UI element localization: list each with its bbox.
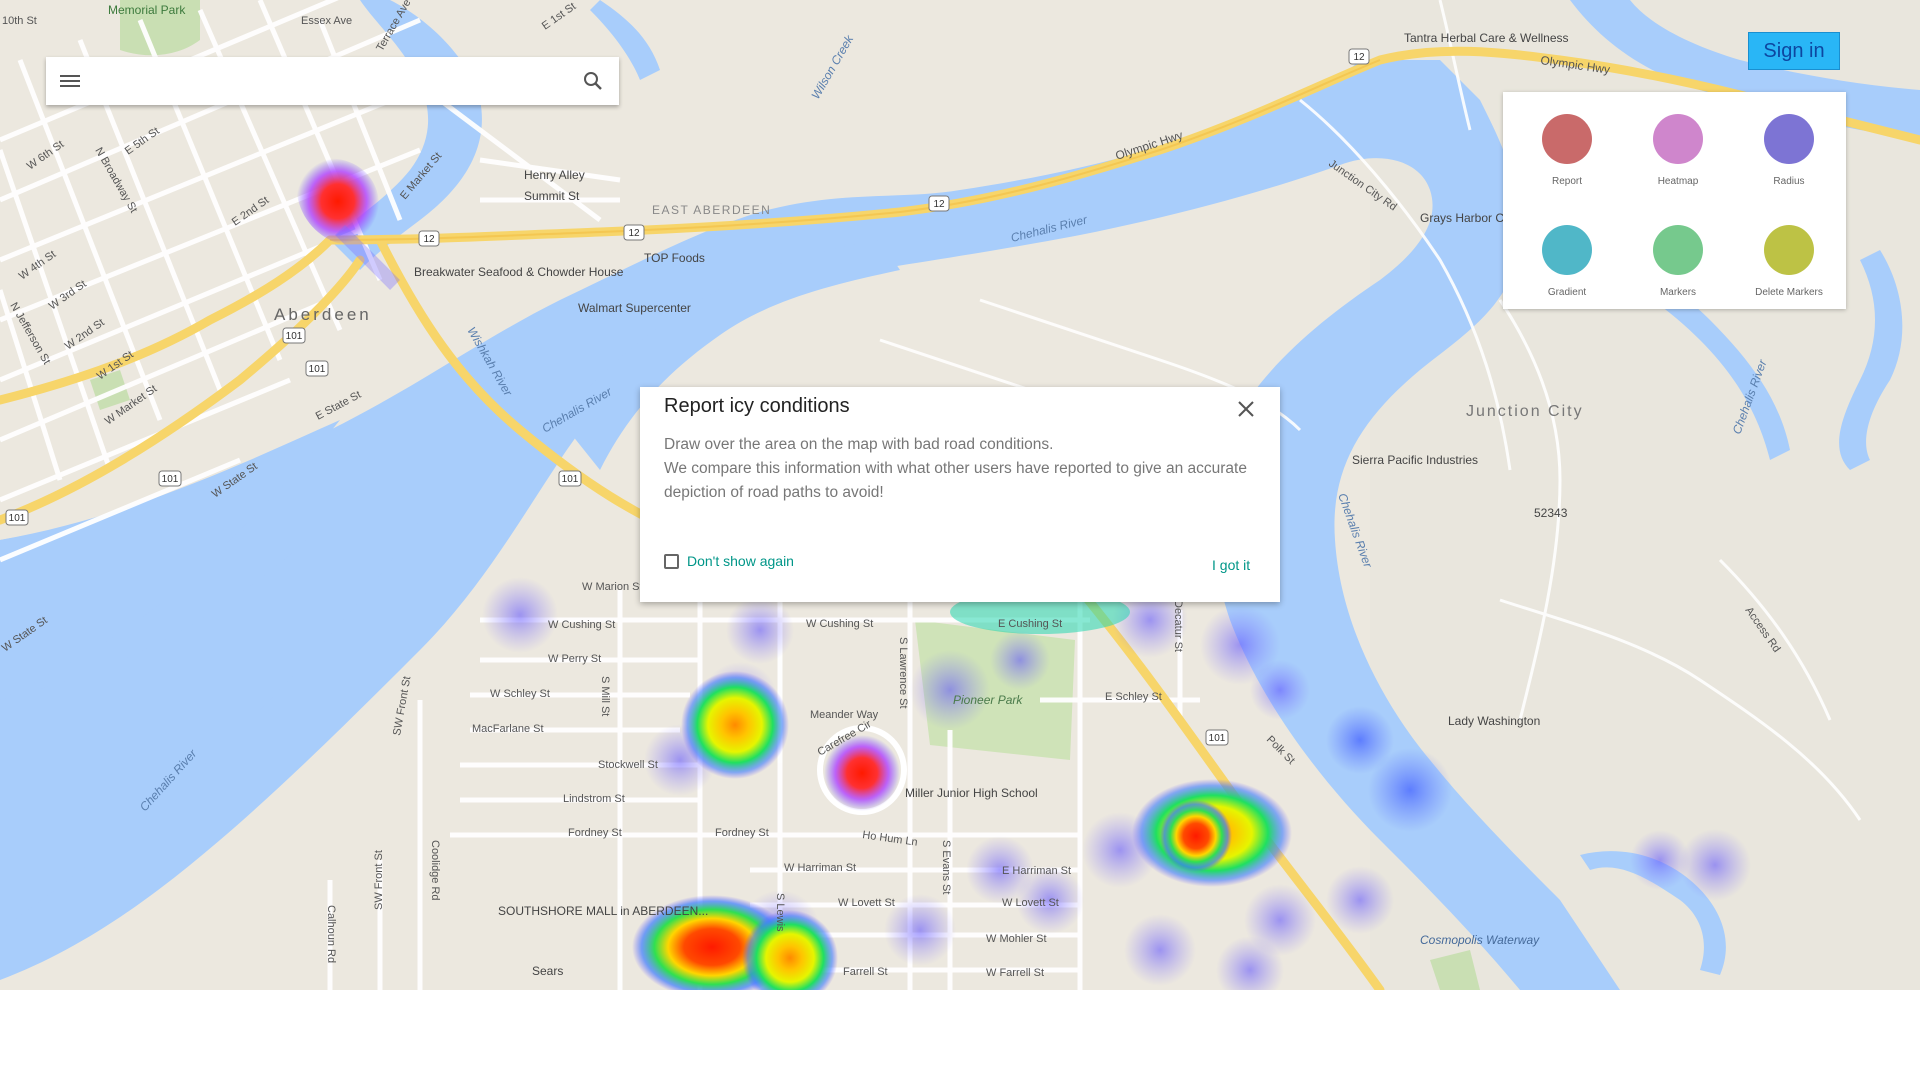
svg-text:Meander Way: Meander Way — [810, 709, 879, 721]
report-tool-label: Report — [1551, 176, 1582, 187]
svg-text:Coolidge Rd: Coolidge Rd — [429, 840, 441, 901]
svg-text:10th St: 10th St — [2, 15, 37, 27]
svg-text:E Harriman St: E Harriman St — [1002, 865, 1071, 877]
delete-markers-icon[interactable] — [1764, 225, 1814, 275]
svg-text:Henry Alley: Henry Alley — [524, 168, 585, 182]
svg-text:101: 101 — [1209, 733, 1226, 744]
svg-text:12: 12 — [933, 199, 945, 210]
search-input[interactable] — [96, 67, 570, 97]
dialog-body-line-1: Draw over the area on the map with bad r… — [664, 436, 1054, 453]
markers-tool-button[interactable]: Markers — [1622, 225, 1734, 298]
svg-text:Summit St: Summit St — [524, 189, 580, 203]
heatmap-icon[interactable] — [1653, 114, 1703, 164]
search-icon[interactable] — [581, 69, 605, 93]
sign-in-button[interactable]: Sign in — [1748, 32, 1840, 70]
svg-text:W Cushing St: W Cushing St — [548, 619, 615, 631]
svg-text:101: 101 — [562, 474, 579, 485]
svg-text:Cosmopolis Waterway: Cosmopolis Waterway — [1420, 933, 1540, 947]
svg-text:W Lovett St: W Lovett St — [1002, 897, 1059, 909]
svg-text:Miller Junior High School: Miller Junior High School — [905, 786, 1038, 800]
svg-text:Lindstrom St: Lindstrom St — [563, 793, 625, 805]
svg-text:101: 101 — [162, 474, 179, 485]
svg-text:Decatur St: Decatur St — [1172, 600, 1184, 652]
radius-tool-button[interactable]: Radius — [1733, 114, 1845, 187]
dont-show-again-option[interactable]: Don't show again — [664, 553, 794, 569]
svg-text:S Mill St: S Mill St — [599, 676, 611, 716]
svg-text:Junction City: Junction City — [1466, 403, 1584, 420]
tools-panel: Report Heatmap Radius Gradient Markers D… — [1503, 92, 1846, 309]
svg-text:W Perry St: W Perry St — [548, 653, 601, 665]
svg-text:Tantra Herbal Care & Wellness: Tantra Herbal Care & Wellness — [1404, 31, 1569, 45]
svg-text:Memorial Park: Memorial Park — [108, 3, 186, 17]
svg-text:101: 101 — [9, 513, 26, 524]
svg-text:101: 101 — [286, 331, 303, 342]
radius-tool-label: Radius — [1773, 176, 1805, 187]
svg-text:W Harriman St: W Harriman St — [784, 862, 856, 874]
svg-text:S Lawrence St: S Lawrence St — [897, 637, 909, 709]
heatmap-tool-button[interactable]: Heatmap — [1622, 114, 1734, 187]
gradient-tool-button[interactable]: Gradient — [1511, 225, 1623, 298]
menu-icon[interactable] — [60, 72, 80, 90]
svg-text:Lady Washington: Lady Washington — [1448, 714, 1540, 728]
report-tool-button[interactable]: Report — [1511, 114, 1623, 187]
dont-show-again-label[interactable]: Don't show again — [687, 553, 794, 569]
svg-text:E Schley St: E Schley St — [1105, 691, 1162, 703]
svg-text:S Lewis: S Lewis — [774, 893, 786, 932]
heatmap-tool-label: Heatmap — [1657, 176, 1699, 187]
svg-text:Pioneer Park: Pioneer Park — [953, 693, 1023, 707]
svg-text:Sierra Pacific Industries: Sierra Pacific Industries — [1352, 453, 1478, 467]
dialog-title: Report icy conditions — [664, 395, 850, 417]
markers-tool-label: Markers — [1659, 287, 1697, 298]
svg-text:W Schley St: W Schley St — [490, 688, 550, 700]
svg-text:W Lovett St: W Lovett St — [838, 897, 895, 909]
svg-text:W Marion St: W Marion St — [582, 581, 643, 593]
svg-text:Aberdeen: Aberdeen — [274, 305, 372, 324]
map-canvas[interactable]: 12 12 12 12 101 101 101 101 101 101 Memo… — [0, 0, 1920, 990]
delete-markers-tool-label: Delete Markers — [1755, 287, 1823, 298]
svg-text:MacFarlane St: MacFarlane St — [472, 723, 544, 735]
markers-icon[interactable] — [1653, 225, 1703, 275]
i-got-it-button[interactable]: I got it — [1212, 557, 1250, 573]
search-bar[interactable] — [46, 57, 619, 105]
svg-text:Walmart Supercenter: Walmart Supercenter — [578, 301, 691, 315]
dont-show-again-checkbox[interactable] — [664, 553, 679, 569]
svg-text:EAST ABERDEEN: EAST ABERDEEN — [652, 203, 771, 217]
svg-text:Stockwell St: Stockwell St — [598, 759, 658, 771]
svg-text:12: 12 — [1353, 52, 1365, 63]
svg-text:W Farrell St: W Farrell St — [986, 967, 1044, 979]
svg-text:E Cushing St: E Cushing St — [998, 618, 1062, 630]
svg-text:Fordney St: Fordney St — [568, 827, 622, 839]
svg-text:101: 101 — [309, 364, 326, 375]
svg-text:12: 12 — [628, 228, 640, 239]
delete-markers-tool-button[interactable]: Delete Markers — [1733, 225, 1845, 298]
close-icon[interactable] — [1236, 399, 1256, 419]
svg-text:Sears: Sears — [532, 964, 563, 978]
dialog-body-line-2: We compare this information with what ot… — [664, 460, 1247, 501]
svg-text:TOP Foods: TOP Foods — [644, 251, 705, 265]
svg-text:W Mohler St: W Mohler St — [986, 933, 1047, 945]
gradient-icon[interactable] — [1542, 225, 1592, 275]
svg-text:S Evans St: S Evans St — [940, 840, 952, 894]
report-icy-dialog: Report icy conditions Draw over the area… — [640, 387, 1280, 602]
svg-text:Breakwater Seafood & Chowder H: Breakwater Seafood & Chowder House — [414, 265, 624, 279]
svg-text:52343: 52343 — [1534, 506, 1568, 520]
svg-text:Farrell St: Farrell St — [843, 966, 888, 978]
gradient-tool-label: Gradient — [1547, 287, 1587, 298]
svg-text:12: 12 — [423, 234, 435, 245]
svg-text:W Cushing St: W Cushing St — [806, 618, 873, 630]
svg-text:SW Front St: SW Front St — [373, 850, 385, 910]
svg-text:Calhoun Rd: Calhoun Rd — [325, 905, 337, 963]
dialog-body: Draw over the area on the map with bad r… — [664, 433, 1254, 505]
svg-text:Fordney St: Fordney St — [715, 827, 769, 839]
svg-text:Essex Ave: Essex Ave — [301, 15, 352, 27]
radius-icon[interactable] — [1764, 114, 1814, 164]
report-icon[interactable] — [1542, 114, 1592, 164]
svg-text:SOUTHSHORE MALL in ABERDEEN...: SOUTHSHORE MALL in ABERDEEN... — [498, 904, 708, 918]
